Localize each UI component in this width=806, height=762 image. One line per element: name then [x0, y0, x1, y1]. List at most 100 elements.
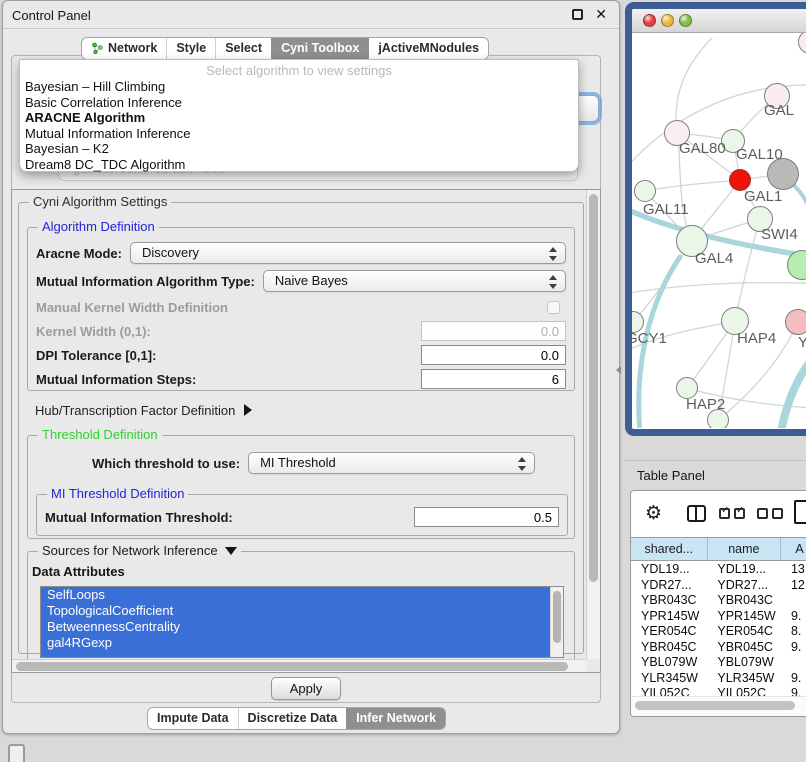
table-cell[interactable]: 9. — [781, 640, 806, 656]
table-cell[interactable]: YLR345W — [707, 671, 781, 687]
algorithm-option[interactable]: Mutual Information Inference — [20, 126, 578, 142]
network-canvas[interactable]: GALGAL80GAL10GAL1GAL11SWI4GAL4GCY1HAP4YH… — [632, 33, 806, 428]
column-header-a[interactable]: A — [781, 538, 806, 560]
tab-discretize-data[interactable]: Discretize Data — [238, 708, 347, 729]
table-cell[interactable]: YDL19... — [631, 562, 707, 578]
scrollbar-thumb[interactable] — [16, 662, 568, 671]
table-cell[interactable] — [781, 655, 806, 671]
settings-horizontal-scrollbar[interactable] — [12, 659, 586, 672]
select-all-checkbox-icon[interactable] — [734, 508, 745, 519]
table-cell[interactable]: YBR043C — [707, 593, 781, 609]
tab-select[interactable]: Select — [215, 38, 271, 59]
dpi-tolerance-input[interactable] — [421, 345, 566, 365]
algorithm-option[interactable]: ARACNE Algorithm — [20, 110, 578, 126]
table-cell[interactable]: YBR045C — [707, 640, 781, 656]
table-cell[interactable]: YER054C — [631, 624, 707, 640]
tab-infer-network[interactable]: Infer Network — [346, 708, 445, 729]
table-row[interactable]: YPR145WYPR145W9. — [631, 609, 806, 625]
table-row[interactable]: YBR043CYBR043C — [631, 593, 806, 609]
algorithm-option[interactable]: Bayesian – K2 — [20, 141, 578, 157]
table-cell[interactable]: YLR345W — [631, 671, 707, 687]
table-row[interactable]: YBR045CYBR045C9. — [631, 640, 806, 656]
table-cell[interactable]: 9. — [781, 686, 806, 696]
hub-tf-section-toggle[interactable]: Hub/Transcription Factor Definition — [35, 403, 252, 418]
table-cell[interactable]: 9. — [781, 671, 806, 687]
table-row[interactable]: YDL19...YDL19...13 — [631, 562, 806, 578]
data-attributes-list[interactable]: SelfLoopsTopologicalCoefficientBetweenne… — [40, 586, 564, 658]
aracne-mode-combo[interactable]: Discovery — [130, 242, 566, 264]
table-cell[interactable]: YIL052C — [707, 686, 781, 696]
select-all-checkbox-icon[interactable] — [719, 508, 730, 519]
table-cell[interactable]: 13 — [781, 562, 806, 578]
float-window-icon[interactable] — [572, 9, 583, 20]
mi-threshold-input[interactable] — [414, 507, 559, 527]
which-threshold-combo[interactable]: MI Threshold — [248, 452, 535, 474]
network-node[interactable] — [634, 180, 656, 202]
table-cell[interactable]: 8. — [781, 624, 806, 640]
data-attributes-label: Data Attributes — [32, 564, 125, 579]
minimize-traffic-light-icon[interactable] — [661, 14, 674, 27]
threshold-definition-group: Threshold Definition Which threshold to … — [27, 435, 575, 539]
table-cell[interactable]: YBL079W — [631, 655, 707, 671]
algorithm-option[interactable]: Dream8 DC_TDC Algorithm — [20, 157, 578, 173]
columns-icon[interactable] — [687, 505, 706, 522]
settings-vertical-scrollbar[interactable] — [586, 190, 600, 659]
table-cell[interactable]: YPR145W — [707, 609, 781, 625]
panel-collapse-handle[interactable] — [616, 366, 621, 374]
attribute-item[interactable]: SelfLoops — [41, 587, 563, 603]
table-row[interactable]: YBL079WYBL079W — [631, 655, 806, 671]
attribute-item[interactable]: gal4RGexp — [41, 635, 563, 651]
table-cell[interactable] — [781, 593, 806, 609]
table-cell[interactable]: YDL19... — [707, 562, 781, 578]
table-row[interactable]: YDR27...YDR27...12 — [631, 578, 806, 594]
table-row[interactable]: YIL052CYIL052C9. — [631, 686, 806, 696]
table-row[interactable]: YLR345WYLR345W9. — [631, 671, 806, 687]
algorithm-option[interactable]: Bayesian – Hill Climbing — [20, 79, 578, 95]
table-cell[interactable]: YDR27... — [631, 578, 707, 594]
attribute-list-scrollbar[interactable] — [550, 587, 563, 657]
tab-label: Cyni Toolbox — [281, 38, 359, 59]
network-window-titlebar[interactable] — [632, 9, 806, 33]
network-node[interactable] — [785, 309, 806, 335]
mi-steps-input[interactable] — [421, 369, 566, 389]
attribute-item[interactable] — [41, 651, 563, 658]
tab-impute-data[interactable]: Impute Data — [148, 708, 238, 729]
attribute-item[interactable]: BetweennessCentrality — [41, 619, 563, 635]
table-horizontal-scrollbar[interactable] — [631, 696, 806, 716]
mi-threshold-definition-group: MI Threshold Definition Mutual Informati… — [36, 494, 568, 536]
column-header-name[interactable]: name — [708, 538, 782, 560]
close-icon[interactable]: ✕ — [595, 6, 607, 23]
unselect-all-checkbox-icon[interactable] — [772, 508, 783, 519]
unselect-all-checkbox-icon[interactable] — [757, 508, 768, 519]
table-cell[interactable]: YBR043C — [631, 593, 707, 609]
scrollbar-thumb[interactable] — [553, 591, 561, 643]
mi-type-combo[interactable]: Naive Bayes — [263, 270, 566, 292]
table-row[interactable]: YER054CYER054C8. — [631, 624, 806, 640]
apply-button[interactable]: Apply — [271, 677, 341, 700]
gear-icon[interactable]: ⚙ — [645, 502, 662, 524]
table-cell[interactable]: YER054C — [707, 624, 781, 640]
export-table-icon[interactable] — [794, 500, 806, 524]
tab-jactivemnodules[interactable]: jActiveMNodules — [368, 38, 488, 59]
tab-network[interactable]: Network — [82, 38, 166, 59]
close-traffic-light-icon[interactable] — [643, 14, 656, 27]
table-cell[interactable]: YDR27... — [707, 578, 781, 594]
table-cell[interactable]: 12 — [781, 578, 806, 594]
table-cell[interactable]: YBL079W — [707, 655, 781, 671]
tab-label: Select — [225, 38, 262, 59]
table-cell[interactable]: YIL052C — [631, 686, 707, 696]
kernel-width-input[interactable] — [421, 321, 566, 341]
scrollbar-thumb[interactable] — [635, 701, 795, 710]
table-cell[interactable]: 9. — [781, 609, 806, 625]
manual-kernel-checkbox[interactable] — [547, 301, 560, 314]
cytopanel-dock-icon[interactable] — [8, 744, 25, 762]
column-header-shared[interactable]: shared... — [631, 538, 708, 560]
table-cell[interactable]: YPR145W — [631, 609, 707, 625]
tab-style[interactable]: Style — [166, 38, 215, 59]
table-cell[interactable]: YBR045C — [631, 640, 707, 656]
algorithm-option[interactable]: Basic Correlation Inference — [20, 95, 578, 111]
attribute-item[interactable]: TopologicalCoefficient — [41, 603, 563, 619]
scrollbar-thumb[interactable] — [589, 194, 598, 582]
zoom-traffic-light-icon[interactable] — [679, 14, 692, 27]
tab-cyni-toolbox[interactable]: Cyni Toolbox — [271, 38, 368, 59]
